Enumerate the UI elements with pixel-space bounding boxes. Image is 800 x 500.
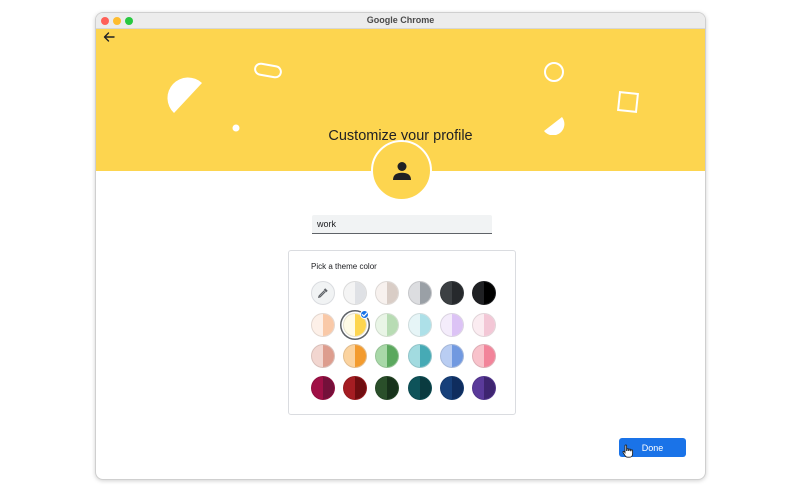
theme-color-swatch[interactable] <box>343 281 368 305</box>
theme-color-swatch[interactable] <box>472 375 496 400</box>
window-title: Google Chrome <box>366 15 435 25</box>
theme-color-swatch[interactable] <box>343 344 368 368</box>
swatch-accent-half <box>451 282 463 304</box>
swatch-accent-half <box>419 345 431 367</box>
swatch-accent-half <box>387 376 399 399</box>
swatch-accent-half <box>355 282 367 304</box>
back-button[interactable] <box>101 29 117 45</box>
theme-color-swatch[interactable] <box>407 281 432 305</box>
swatch-accent-half <box>355 376 367 399</box>
eyedropper-icon <box>318 288 328 298</box>
arrow-left-icon <box>103 32 115 42</box>
swatch-accent-half <box>323 313 334 336</box>
swatch-accent-half <box>355 345 367 367</box>
theme-color-swatch[interactable] <box>375 344 400 368</box>
theme-color-picker: Pick a theme color <box>288 250 516 415</box>
swatch-accent-half <box>484 282 495 304</box>
swatch-accent-half <box>419 282 431 304</box>
custom-color-picker-button[interactable] <box>311 281 335 305</box>
swatch-accent-half <box>451 376 463 399</box>
title-bar: Google Chrome <box>96 13 705 29</box>
theme-color-swatch[interactable] <box>439 312 464 337</box>
profile-name-input[interactable] <box>312 215 492 234</box>
swatch-accent-half <box>387 282 399 304</box>
swatch-accent-half <box>419 313 431 336</box>
theme-color-swatch[interactable] <box>311 344 335 368</box>
person-icon <box>392 161 411 180</box>
swatch-accent-half <box>484 376 495 399</box>
check-icon <box>361 311 368 317</box>
decorative-ring-shape <box>544 62 564 82</box>
theme-color-swatch[interactable] <box>375 375 400 400</box>
theme-color-swatch[interactable] <box>311 312 335 337</box>
theme-color-swatch[interactable] <box>375 312 400 337</box>
swatch-accent-half <box>323 345 334 367</box>
theme-color-swatch[interactable] <box>472 312 496 337</box>
theme-color-swatch[interactable] <box>343 375 368 400</box>
swatch-accent-half <box>484 345 495 367</box>
decorative-pill-shape <box>254 62 282 79</box>
decorative-square-shape <box>617 91 639 113</box>
swatch-accent-half <box>451 313 463 336</box>
swatch-accent-half <box>451 345 463 367</box>
theme-picker-label: Pick a theme color <box>311 262 377 271</box>
theme-color-swatch[interactable] <box>439 375 464 400</box>
theme-color-swatch[interactable] <box>472 281 496 305</box>
theme-color-swatch[interactable] <box>407 375 432 400</box>
theme-color-swatch[interactable] <box>375 281 400 305</box>
swatch-accent-half <box>387 345 399 367</box>
swatch-accent-half <box>387 313 399 336</box>
swatch-accent-half <box>484 313 495 336</box>
swatch-accent-half <box>419 376 431 399</box>
decorative-half-circle-shape <box>167 77 202 113</box>
theme-color-swatch[interactable] <box>407 344 432 368</box>
hand-cursor-icon <box>622 444 634 458</box>
theme-color-swatch[interactable] <box>311 375 335 400</box>
theme-color-swatch[interactable] <box>472 344 496 368</box>
theme-color-swatch[interactable] <box>439 281 464 305</box>
swatch-accent-half <box>323 376 334 399</box>
profile-avatar <box>371 140 432 201</box>
browser-window: Google Chrome Customize your profile wor… <box>95 12 706 480</box>
theme-color-swatch[interactable] <box>407 312 432 337</box>
theme-color-swatch[interactable] <box>439 344 464 368</box>
selected-check-badge <box>360 309 370 319</box>
